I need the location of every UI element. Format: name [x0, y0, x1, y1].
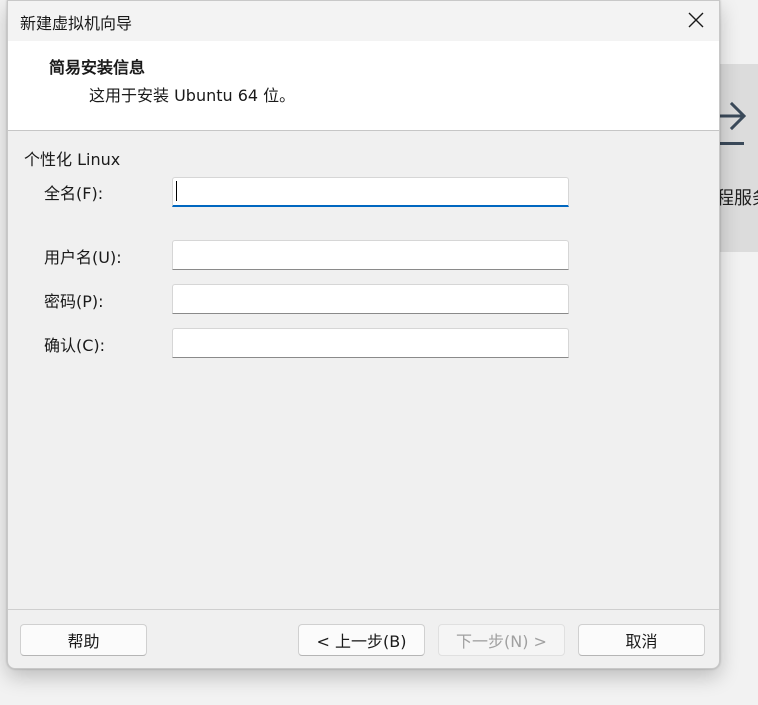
close-button[interactable] — [673, 1, 719, 39]
arrow-right-icon — [718, 101, 747, 145]
text-caret — [176, 181, 177, 201]
fullname-label: 全名(F): — [44, 184, 104, 203]
background-card[interactable]: 程服务 — [716, 64, 758, 252]
cancel-button[interactable]: 取消 — [578, 624, 705, 656]
new-vm-wizard-dialog: 新建虚拟机向导 简易安装信息 这用于安装 Ubuntu 64 位。 个性化 Li… — [7, 0, 720, 669]
page-title: 简易安装信息 — [49, 58, 146, 77]
fullname-input[interactable] — [172, 177, 569, 207]
close-icon — [688, 12, 704, 28]
password-label: 密码(P): — [44, 292, 104, 311]
next-button[interactable]: 下一步(N) > — [438, 624, 565, 656]
personalize-linux-group-label: 个性化 Linux — [24, 150, 121, 169]
password-input[interactable] — [172, 284, 569, 314]
username-label: 用户名(U): — [44, 248, 122, 267]
help-button[interactable]: 帮助 — [20, 624, 147, 656]
page-subtitle: 这用于安装 Ubuntu 64 位。 — [89, 86, 296, 105]
wizard-header: 简易安装信息 这用于安装 Ubuntu 64 位。 — [8, 41, 719, 131]
background-card-label: 程服务 — [716, 188, 758, 209]
confirm-password-input[interactable] — [172, 328, 569, 358]
back-button[interactable]: < 上一步(B) — [298, 624, 425, 656]
title-bar[interactable]: 新建虚拟机向导 — [8, 1, 719, 41]
username-input[interactable] — [172, 240, 569, 270]
footer-divider — [8, 609, 719, 610]
window-title: 新建虚拟机向导 — [20, 14, 133, 33]
confirm-label: 确认(C): — [44, 336, 106, 355]
